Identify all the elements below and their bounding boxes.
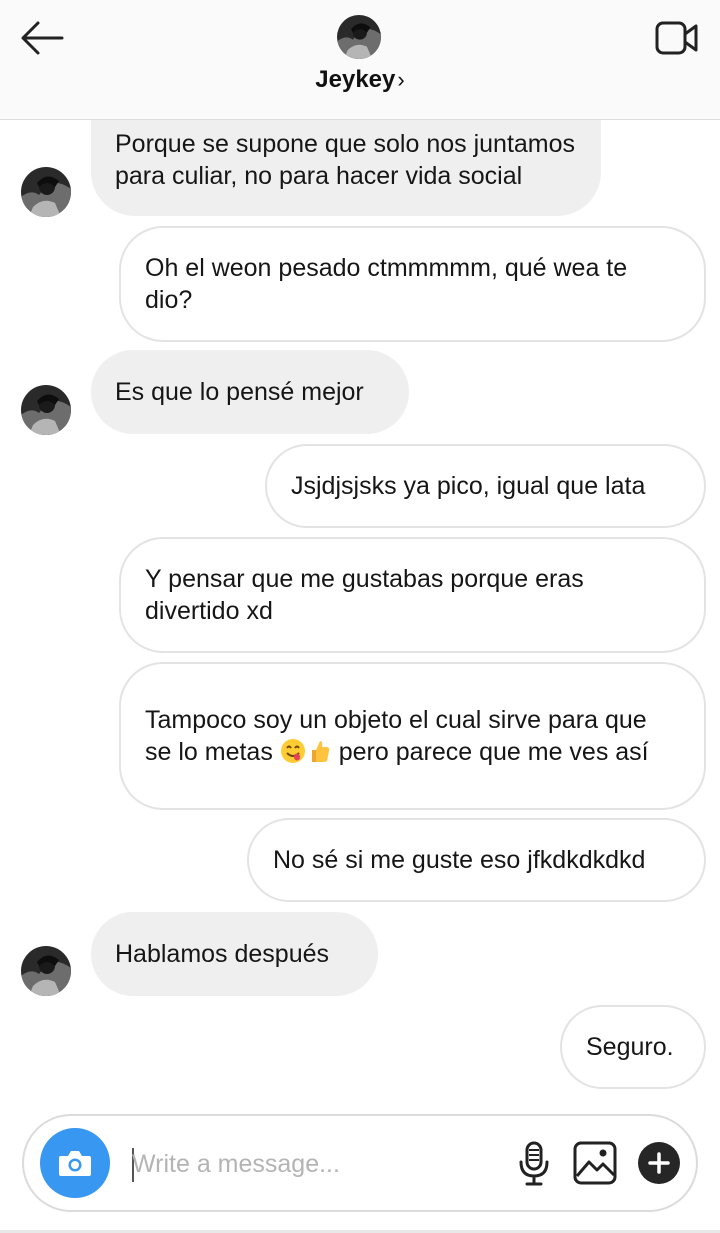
message-text: Oh el weon pesado ctmmmmm, qué wea te di… — [145, 254, 628, 314]
message-text: Y pensar que me gustabas porque eras div… — [145, 565, 584, 625]
camera-button[interactable] — [40, 1128, 110, 1198]
message-text: Seguro. — [586, 1033, 674, 1061]
camera-icon — [59, 1151, 91, 1176]
message-bubble-outgoing: Oh el weon pesado ctmmmmm, qué wea te di… — [119, 226, 706, 342]
plus-icon — [648, 1152, 670, 1174]
message-input[interactable] — [132, 1144, 502, 1184]
microphone-icon — [519, 1141, 549, 1186]
back-button[interactable] — [18, 18, 66, 58]
message-bubble-outgoing: Y pensar que me gustabas porque eras div… — [119, 537, 706, 653]
contact-avatar[interactable] — [21, 946, 71, 996]
image-gallery-icon — [573, 1141, 617, 1185]
message-bubble-incoming: Es que lo pensé mejor — [91, 350, 409, 434]
message-text: Hablamos después — [115, 940, 330, 968]
face-savoring-food-emoji — [280, 739, 305, 763]
thumbs-up-emoji — [311, 741, 330, 762]
voice-message-button[interactable] — [514, 1140, 554, 1188]
message-thread: Porque se supone que solo nos juntamos p… — [0, 0, 720, 1233]
message-bubble-outgoing: No sé si me guste eso jfkdkdkdkd — [247, 818, 706, 902]
more-options-button[interactable] — [638, 1142, 680, 1184]
message-text: Es que lo pensé mejor — [115, 378, 364, 406]
message-text: Tampoco soy un objeto el cual sirve para… — [145, 706, 649, 766]
message-bubble-outgoing: Tampoco soy un objeto el cual sirve para… — [119, 662, 706, 810]
message-bubble-incoming: Hablamos después — [91, 912, 378, 996]
video-camera-icon — [655, 21, 698, 55]
contact-avatar[interactable] — [21, 385, 71, 435]
message-composer — [22, 1114, 698, 1212]
contact-name: Jeykey — [315, 66, 396, 93]
message-bubble-outgoing: Jsjdjsjsks ya pico, igual que lata — [265, 444, 706, 528]
contact-avatar[interactable] — [21, 167, 71, 217]
header-avatar[interactable] — [337, 15, 381, 59]
message-bubble-outgoing: Seguro. — [560, 1005, 706, 1089]
arrow-left-icon — [21, 21, 64, 55]
chevron-right-icon: › — [397, 67, 405, 92]
message-text: Porque se supone que solo nos juntamos p… — [115, 130, 576, 190]
message-text: Jsjdjsjsks ya pico, igual que lata — [291, 472, 646, 500]
chat-header: Jeykey› — [0, 0, 720, 120]
message-text: No sé si me guste eso jfkdkdkdkd — [273, 846, 646, 874]
video-call-button[interactable] — [654, 18, 700, 58]
contact-name-button[interactable]: Jeykey› — [0, 66, 720, 94]
gallery-button[interactable] — [572, 1140, 618, 1186]
